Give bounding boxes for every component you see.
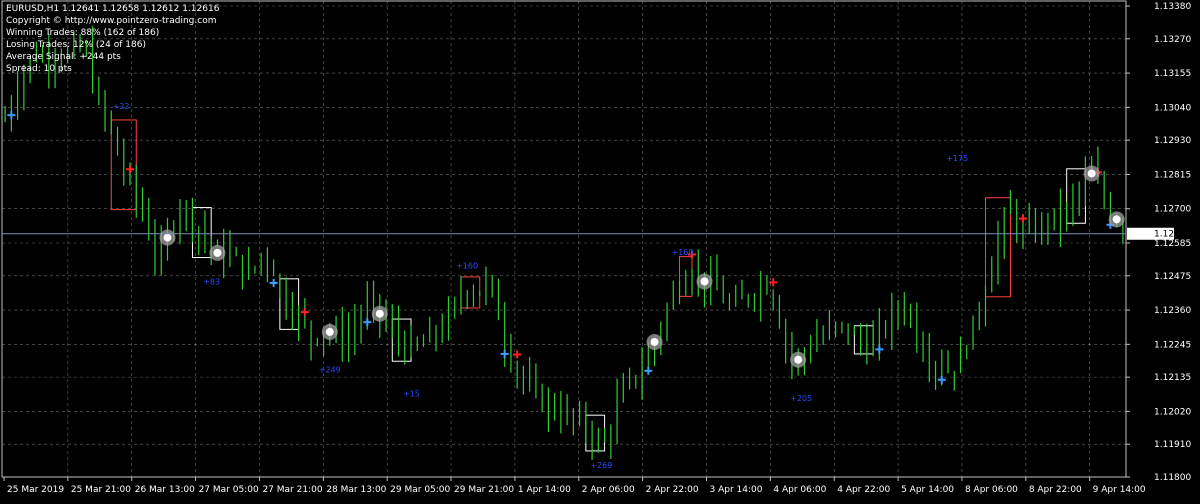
y-tick-label: 1.12360 [1154, 306, 1191, 316]
signal-label: +249 [319, 366, 341, 375]
signal-label: +205 [790, 394, 812, 403]
x-tick-label: 25 Mar 2019 [7, 485, 64, 495]
signal-label: +269 [590, 461, 612, 470]
chart-canvas[interactable]: +22 +83 +249 +15 +160 +269 +160 +205 +175 1.1338… [0, 0, 1200, 500]
x-tick-label: 29 Mar 21:00 [454, 485, 514, 495]
y-tick-label: 1.12020 [1154, 407, 1191, 417]
x-tick-label: 4 Apr 06:00 [773, 485, 826, 495]
trade-box [391, 318, 412, 362]
x-tick-label: 27 Mar 05:00 [199, 485, 259, 495]
x-tick-label: 5 Apr 14:00 [901, 485, 954, 495]
x-tick-label: 27 Mar 21:00 [262, 485, 322, 495]
y-tick-label: 1.11910 [1154, 440, 1191, 450]
signal-circle-icon [325, 327, 334, 336]
signal-label: +160 [456, 261, 478, 270]
x-tick-label: 3 Apr 14:00 [710, 485, 763, 495]
price-chart[interactable]: +22 +83 +249 +15 +160 +269 +160 +205 +175 1.1338… [0, 0, 1200, 500]
y-tick-label: 1.12585 [1154, 239, 1191, 249]
y-tick-label: 1.12135 [1154, 373, 1191, 383]
signal-label: +175 [946, 154, 968, 163]
x-tick-label: 9 Apr 14:00 [1093, 485, 1146, 495]
x-tick-label: 8 Apr 06:00 [965, 485, 1018, 495]
x-tick-label: 1 Apr 14:00 [518, 485, 571, 495]
signal-circle-icon [650, 337, 659, 346]
x-tick-label: 26 Mar 13:00 [135, 485, 195, 495]
y-tick-label: 1.12475 [1154, 272, 1191, 282]
y-tick-label: 1.12245 [1154, 340, 1191, 350]
signal-circle-icon [375, 309, 384, 318]
signal-circle-icon [213, 248, 222, 257]
x-tick-label: 29 Mar 05:00 [390, 485, 450, 495]
current-price-label: 1.12616 [1154, 230, 1191, 240]
signal-circle-icon [794, 355, 803, 364]
trade-box [279, 278, 300, 330]
signal-label: +15 [403, 390, 420, 399]
x-tick-label: 4 Apr 22:00 [837, 485, 890, 495]
y-tick-label: 1.13155 [1154, 69, 1191, 79]
signal-circle-icon [1112, 215, 1121, 224]
trade-box [460, 276, 481, 309]
x-tick-label: 25 Mar 21:00 [71, 485, 131, 495]
x-tick-label: 28 Mar 13:00 [326, 485, 386, 495]
x-tick-label: 8 Apr 22:00 [1029, 485, 1082, 495]
axes-layer: 1.13380 1.13270 1.13155 1.13040 1.12930 1.128… [1, 0, 1191, 495]
y-tick-label: 1.12930 [1154, 136, 1191, 146]
signals-layer: +22 +83 +249 +15 +160 +269 +160 +205 +175 [7, 102, 1125, 470]
x-tick-label: 2 Apr 22:00 [646, 485, 699, 495]
y-tick-label: 1.11800 [1154, 473, 1191, 483]
trade-box [585, 414, 606, 452]
signal-circle-icon [163, 233, 172, 242]
y-tick-label: 1.13380 [1154, 2, 1191, 12]
trade-box [191, 207, 212, 259]
signal-circle-icon [1087, 169, 1096, 178]
signal-circle-icon [700, 277, 709, 286]
y-tick-label: 1.12700 [1154, 205, 1191, 215]
y-tick-label: 1.13040 [1154, 103, 1191, 113]
signal-label: +160 [672, 248, 694, 257]
trade-markers-layer [110, 119, 1086, 452]
trade-box [853, 325, 874, 355]
signal-label: +22 [113, 102, 130, 111]
y-tick-label: 1.13270 [1154, 35, 1191, 45]
y-tick-label: 1.12815 [1154, 170, 1191, 180]
x-tick-label: 2 Apr 06:00 [582, 485, 635, 495]
trade-box [1066, 168, 1086, 224]
signal-label: +83 [203, 278, 220, 287]
